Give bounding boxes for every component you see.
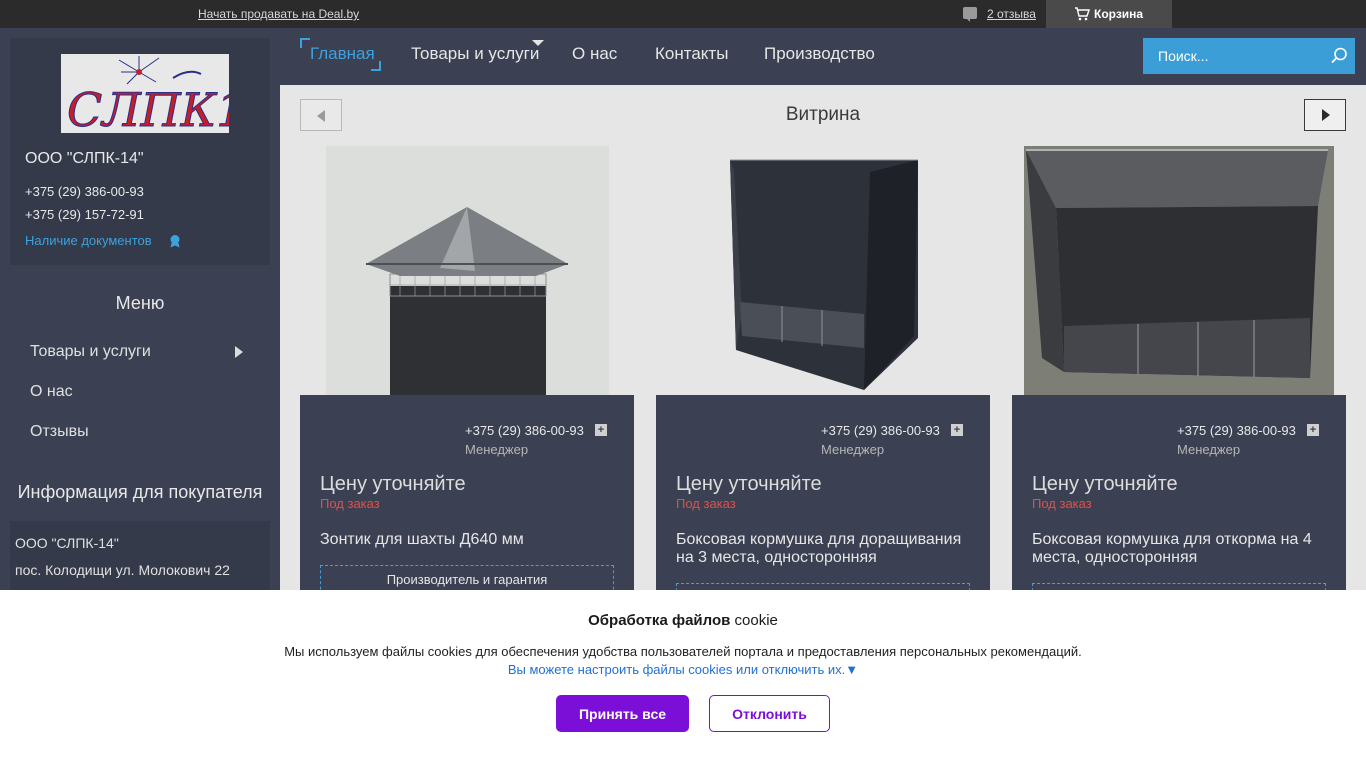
logo-text: СЛПК14 — [67, 83, 229, 133]
chevron-down-icon[interactable] — [532, 40, 544, 46]
reviews-link[interactable]: 2 отзыва — [987, 7, 1036, 21]
product-price: Цену уточняйте — [1032, 473, 1178, 495]
product-order-status: Под заказ — [676, 496, 736, 511]
accept-all-button[interactable]: Принять все — [556, 695, 689, 732]
company-phone-1[interactable]: +375 (29) 386-00-93 — [25, 184, 144, 199]
product-photo — [1012, 146, 1346, 395]
showcase-section: Витрина +375 (29) 386-00-93 + Менеджер Ц… — [280, 85, 1366, 613]
nav-home[interactable]: Главная — [310, 44, 375, 64]
product-title[interactable]: Боксовая кормушка для доращивания на 3 м… — [676, 531, 976, 567]
top-bar: Начать продавать на Deal.by 2 отзыва Кор… — [0, 0, 1366, 28]
product-price: Цену уточняйте — [320, 473, 466, 495]
arrow-right-icon — [1322, 109, 1330, 121]
nav-products[interactable]: Товары и услуги — [411, 44, 539, 64]
company-logo[interactable]: СЛПК14 — [61, 54, 275, 138]
main-nav: Главная Товары и услуги О нас Контакты П… — [280, 28, 1366, 85]
manager-label: Менеджер — [465, 442, 529, 457]
product-order-status: Под заказ — [320, 496, 380, 511]
buyer-info-address: пос. Колодищи ул. Молокович 22 — [15, 562, 230, 578]
manager-phone[interactable]: +375 (29) 386-00-93 — [821, 423, 940, 438]
product-price: Цену уточняйте — [676, 473, 822, 495]
manager-label: Менеджер — [821, 442, 885, 457]
manager-phone[interactable]: +375 (29) 386-00-93 — [1177, 423, 1296, 438]
buyer-info-company: ООО "СЛПК-14" — [15, 535, 119, 551]
cookie-title: Обработка файлов cookie — [0, 612, 1366, 629]
cookie-title-text: Обработка файлов — [588, 612, 731, 629]
product-card-panel: +375 (29) 386-00-93 + Менеджер Цену уточ… — [300, 395, 634, 595]
cart-icon — [1075, 7, 1090, 21]
active-corner-top-left — [300, 38, 310, 48]
chevron-right-icon[interactable] — [235, 346, 243, 358]
product-title[interactable]: Боксовая кормушка для откорма на 4 места… — [1032, 531, 1332, 567]
product-image-feeder-3[interactable] — [656, 146, 990, 395]
company-card: СЛПК14 ООО "СЛПК-14" +375 (29) 386-00-93… — [10, 38, 275, 265]
product-photo — [300, 146, 634, 395]
sell-on-deal-link[interactable]: Начать продавать на Deal.by — [198, 7, 359, 21]
manager-label: Менеджер — [1177, 442, 1241, 457]
manager-phone[interactable]: +375 (29) 386-00-93 — [465, 423, 584, 438]
plus-icon[interactable]: + — [951, 424, 963, 436]
sidebar-item-reviews[interactable]: Отзывы — [30, 423, 89, 441]
product-image-feeder-4[interactable] — [1012, 146, 1346, 395]
menu-title: Меню — [115, 293, 165, 313]
decline-button[interactable]: Отклонить — [709, 695, 830, 732]
product-order-status: Под заказ — [1032, 496, 1092, 511]
product-image-umbrella[interactable] — [300, 146, 634, 395]
product-card[interactable]: +375 (29) 386-00-93 + Менеджер Цену уточ… — [1012, 146, 1346, 613]
plus-icon[interactable]: + — [595, 424, 607, 436]
cookie-description: Мы используем файлы cookies для обеспече… — [284, 644, 1082, 659]
sidebar-item-about[interactable]: О нас — [30, 383, 73, 401]
product-card[interactable]: +375 (29) 386-00-93 + Менеджер Цену уточ… — [656, 146, 990, 613]
nav-production[interactable]: Производство — [764, 44, 875, 64]
buyer-info-box: ООО "СЛПК-14" пос. Колодищи ул. Молокови… — [10, 521, 270, 601]
comment-icon — [963, 7, 977, 22]
badge-icon — [170, 235, 180, 248]
search-icon[interactable] — [1329, 46, 1349, 66]
sidebar-item-products[interactable]: Товары и услуги — [30, 343, 151, 361]
buyer-info-title: Информация для покупателя — [17, 482, 263, 502]
documents-link[interactable]: Наличие документов — [25, 233, 152, 248]
product-card-panel: +375 (29) 386-00-93 + Менеджер Цену уточ… — [656, 395, 990, 613]
cart-button[interactable]: Корзина — [1046, 0, 1172, 28]
cookie-title-word: cookie — [734, 612, 778, 629]
showcase-title: Витрина — [785, 104, 861, 125]
search-input[interactable] — [1143, 38, 1323, 74]
cart-label: Корзина — [1094, 7, 1144, 21]
product-title[interactable]: Зонтик для шахты Д640 мм — [320, 531, 620, 549]
carousel-next-button[interactable] — [1304, 99, 1346, 131]
product-card-panel: +375 (29) 386-00-93 + Менеджер Цену уточ… — [1012, 395, 1346, 613]
search-box — [1143, 38, 1355, 74]
product-card[interactable]: +375 (29) 386-00-93 + Менеджер Цену уточ… — [300, 146, 634, 595]
product-photo — [656, 146, 990, 395]
company-name: ООО "СЛПК-14" — [25, 150, 144, 167]
plus-icon[interactable]: + — [1307, 424, 1319, 436]
logo-graphic: СЛПК14 — [61, 54, 275, 138]
cookie-banner: Обработка файлов cookie Мы используем фа… — [0, 590, 1366, 768]
nav-about[interactable]: О нас — [572, 44, 617, 64]
nav-contacts[interactable]: Контакты — [655, 44, 728, 64]
company-phone-2[interactable]: +375 (29) 157-72-91 — [25, 207, 144, 222]
cookie-settings-link[interactable]: Вы можете настроить файлы cookies или от… — [0, 662, 1366, 677]
